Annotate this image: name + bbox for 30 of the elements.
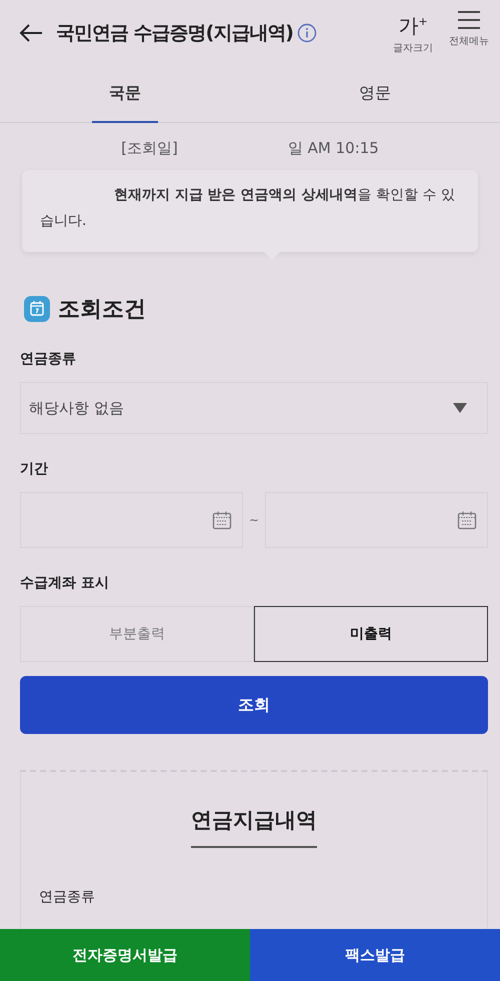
certificate-issue-button[interactable]: 전자증명서발급 xyxy=(0,929,250,981)
notice-text: 현재까지 지급 받은 연금액의 상세내역을 확인할 수 있습니다. xyxy=(40,186,456,231)
range-separator: ~ xyxy=(248,513,260,527)
back-button[interactable] xyxy=(18,22,44,42)
calendar-icon xyxy=(24,296,50,322)
account-display-option[interactable]: 미출력 xyxy=(254,606,488,662)
page-title: 국민연금 수급증명(지급내역) xyxy=(56,20,293,46)
tab[interactable]: 국문 xyxy=(0,65,250,122)
calendar-icon xyxy=(457,510,477,530)
dropdown-caret-icon xyxy=(453,403,467,413)
inquiry-date-label: [조회일] xyxy=(121,139,178,158)
field-label: 연금종류 xyxy=(20,350,77,368)
end-date-field[interactable] xyxy=(265,492,488,548)
pension-type-select[interactable]: 해당사항 없음 xyxy=(20,382,488,434)
tab[interactable]: 영문 xyxy=(250,65,500,122)
menu-button[interactable]: 전체메뉴 xyxy=(446,10,492,56)
field-label: 기간 xyxy=(20,460,49,478)
field-label: 수급계좌 표시 xyxy=(20,574,110,592)
calendar-icon xyxy=(212,510,232,530)
menu-icon xyxy=(457,10,481,30)
fax-issue-button[interactable]: 팩스발급 xyxy=(250,929,500,981)
section-title: 조회조건 xyxy=(58,296,146,324)
start-date-field[interactable] xyxy=(20,492,243,548)
search-button[interactable]: 조회 xyxy=(20,676,488,734)
field-label: 연금종류 xyxy=(39,888,95,906)
inquiry-date-value: 일 AM 10:15 xyxy=(288,139,379,158)
font-size-button[interactable]: 가$^{+}$ 글자크기 xyxy=(390,10,436,56)
info-icon[interactable] xyxy=(296,22,317,42)
back-arrow-icon xyxy=(18,22,44,42)
result-title: 연금지급내역 xyxy=(191,806,317,848)
